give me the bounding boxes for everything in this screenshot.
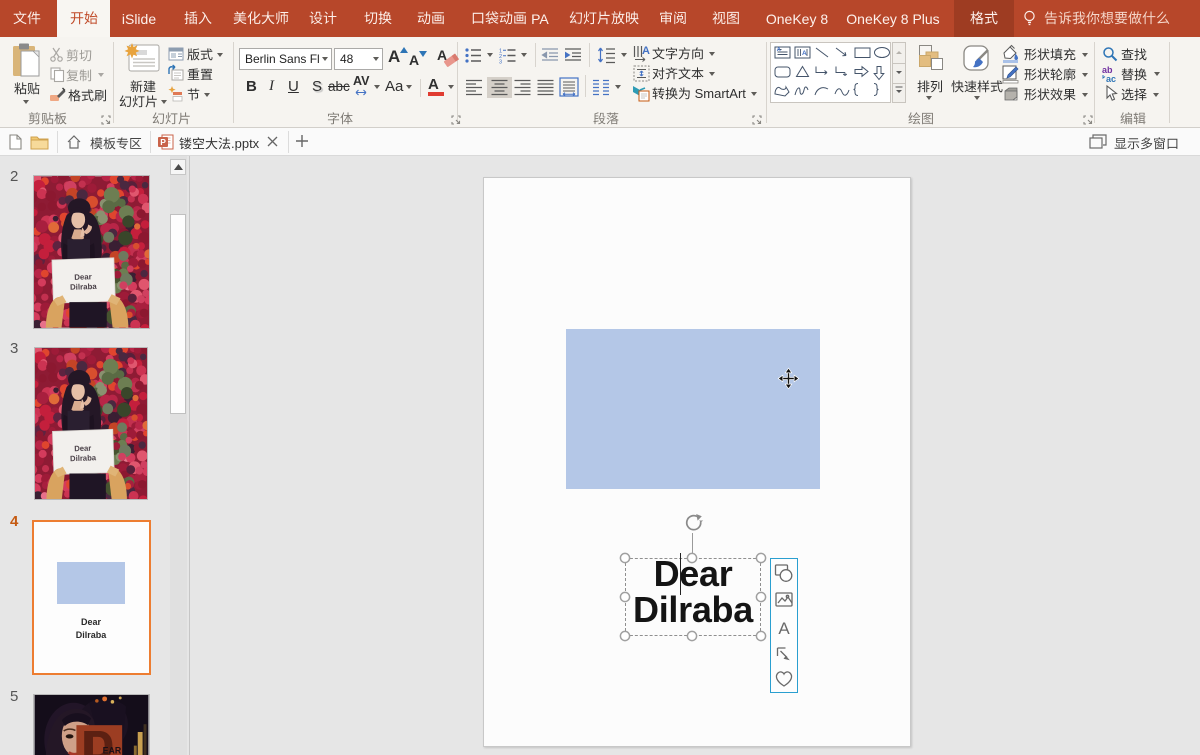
svg-text:A: A [642,45,650,57]
svg-text:P: P [160,137,166,147]
svg-text:3: 3 [499,60,502,66]
svg-text:ac: ac [1106,74,1116,84]
svg-text:A: A [778,619,790,638]
svg-text:A: A [777,47,781,53]
svg-text:A: A [802,50,807,57]
